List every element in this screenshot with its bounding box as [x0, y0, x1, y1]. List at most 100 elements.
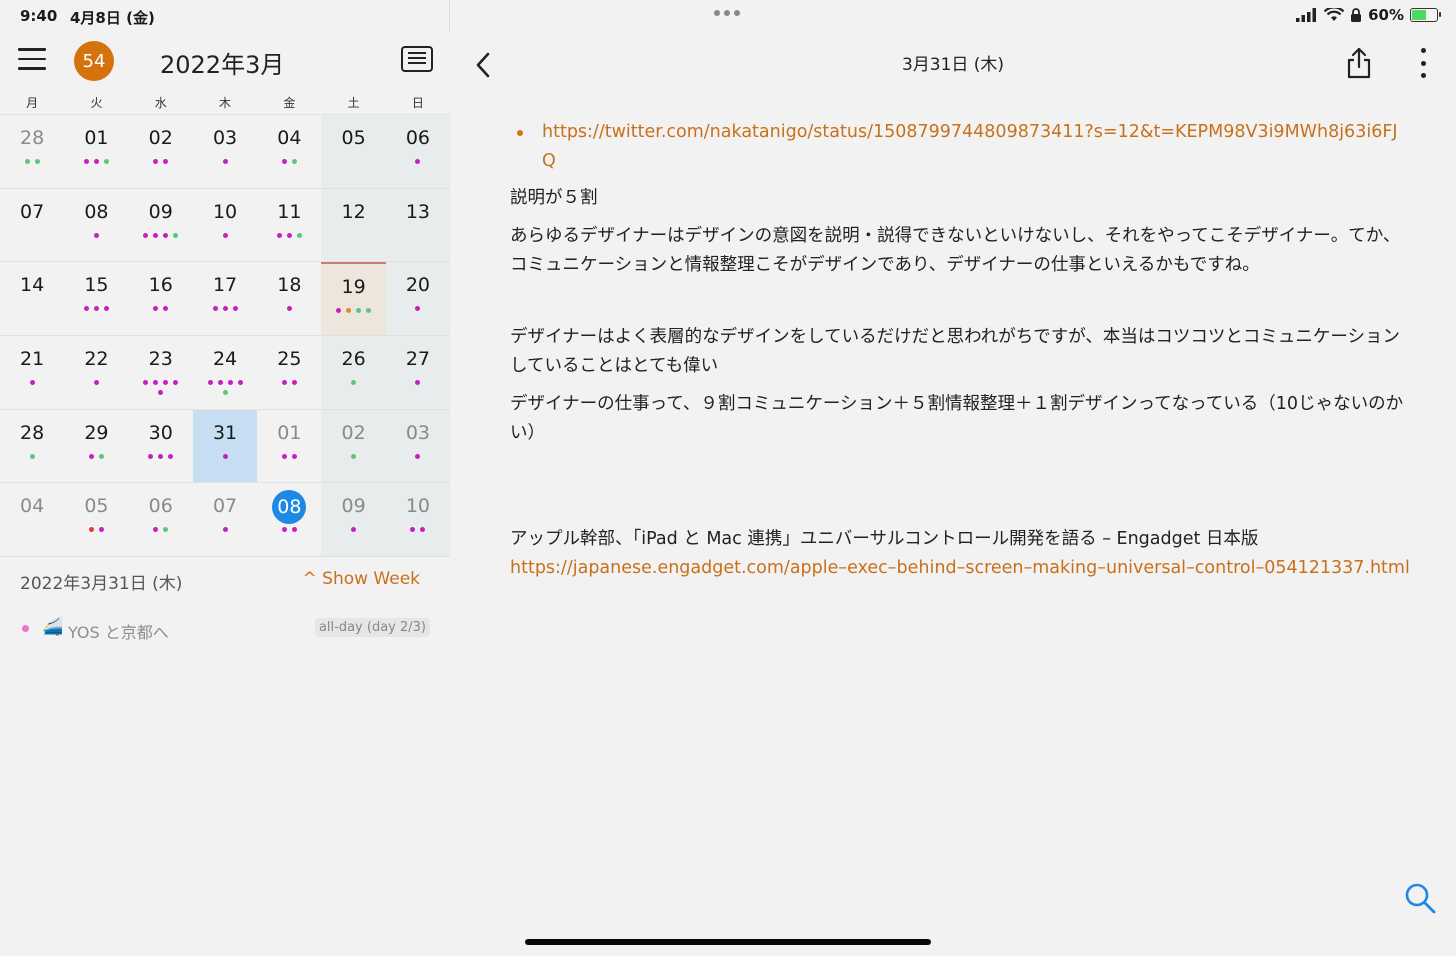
day-cell[interactable]: 06: [129, 483, 193, 556]
lock-rotation-icon: [1351, 8, 1362, 22]
event-dot: [93, 159, 99, 164]
event-item[interactable]: 🚄 YOS と京都へ all-day (day 2/3): [20, 617, 430, 642]
day-cell[interactable]: 28: [0, 115, 64, 188]
event-dot: [291, 159, 297, 164]
day-cell[interactable]: 25: [257, 336, 321, 409]
day-cell[interactable]: 17: [193, 262, 257, 335]
event-dot: [222, 232, 228, 238]
day-cell[interactable]: 07: [193, 483, 257, 556]
event-dots: [193, 232, 257, 238]
day-cell[interactable]: 06: [385, 115, 451, 188]
selected-date-bar: 2022年3月31日 (木) ^ Show Week: [0, 556, 450, 596]
event-dot: [88, 527, 94, 533]
day-cell[interactable]: 28: [0, 410, 64, 483]
day-cell[interactable]: 05: [321, 115, 386, 188]
event-dot: [286, 306, 292, 312]
day-cell[interactable]: 09: [129, 189, 193, 262]
event-dots: [64, 159, 128, 164]
event-dot: [93, 232, 99, 238]
day-cell[interactable]: 08: [64, 189, 128, 262]
event-dot: [153, 306, 159, 312]
day-cell[interactable]: 03: [385, 409, 451, 483]
event-dot: [207, 380, 213, 386]
home-indicator[interactable]: [525, 939, 931, 945]
event-dot: [173, 232, 179, 238]
day-cell[interactable]: 07: [0, 189, 64, 262]
day-cell[interactable]: 03: [193, 115, 257, 188]
day-cell[interactable]: 01: [257, 410, 321, 483]
more-options-icon[interactable]: [1418, 48, 1428, 78]
battery-percent: 60%: [1368, 6, 1404, 24]
day-cell[interactable]: 08: [257, 483, 321, 556]
event-dots: [257, 159, 321, 164]
day-cell[interactable]: 13: [385, 188, 451, 262]
event-dot: [153, 232, 159, 238]
event-dots: [64, 306, 128, 312]
day-cell[interactable]: 10: [193, 189, 257, 262]
note-body[interactable]: https://twitter.com/nakatanigo/status/15…: [510, 118, 1410, 583]
day-cell[interactable]: 31: [192, 409, 258, 483]
list-view-icon[interactable]: [401, 46, 433, 72]
twitter-link[interactable]: https://twitter.com/nakatanigo/status/15…: [542, 122, 1398, 171]
day-cell[interactable]: 23: [129, 336, 193, 409]
day-number: 03: [212, 127, 238, 149]
day-cell[interactable]: 22: [64, 336, 128, 409]
weekday-label: 木: [219, 96, 232, 110]
day-cell[interactable]: 05: [64, 483, 128, 556]
event-dot: [173, 380, 179, 386]
event-dot: [163, 527, 169, 533]
day-cell[interactable]: 18: [257, 262, 321, 335]
day-cell[interactable]: 01: [64, 115, 128, 188]
day-cell[interactable]: 20: [385, 262, 451, 336]
day-number: 01: [84, 127, 109, 149]
day-cell[interactable]: 29: [64, 410, 128, 483]
day-cell[interactable]: 24: [193, 336, 257, 409]
event-dots: [129, 453, 193, 459]
search-icon[interactable]: [1404, 882, 1436, 914]
day-number: 04: [20, 495, 45, 518]
event-dots: [321, 380, 385, 386]
hamburger-menu-icon[interactable]: [18, 48, 46, 72]
weekday-label: 土: [347, 96, 360, 110]
day-cell[interactable]: 10: [385, 483, 451, 557]
share-icon[interactable]: [1344, 46, 1374, 80]
day-cell[interactable]: 02: [129, 115, 193, 188]
day-cell[interactable]: 21: [0, 336, 64, 409]
day-cell[interactable]: 19: [321, 262, 386, 336]
count-badge[interactable]: 54: [74, 41, 114, 81]
show-week-button[interactable]: ^ Show Week: [303, 569, 421, 589]
day-cell[interactable]: 26: [321, 336, 386, 409]
day-cell[interactable]: 09: [321, 483, 386, 557]
cellular-signal-icon: [1296, 8, 1317, 22]
event-dot: [351, 380, 357, 386]
day-cell[interactable]: 12: [321, 188, 386, 262]
event-dots: [129, 380, 193, 396]
day-cell[interactable]: 02: [321, 409, 386, 483]
day-number: 30: [148, 421, 173, 444]
event-dot: [420, 527, 426, 533]
day-cell[interactable]: 11: [257, 189, 321, 262]
event-dots: [257, 232, 321, 238]
day-cell[interactable]: 27: [385, 336, 451, 409]
event-dot: [163, 380, 169, 386]
event-title: YOS と京都へ: [68, 623, 169, 642]
selected-date-label: 2022年3月31日 (木): [20, 574, 183, 594]
day-number: 13: [405, 200, 431, 223]
month-title[interactable]: 2022年3月: [160, 45, 284, 80]
day-number: 25: [277, 348, 302, 371]
day-cell[interactable]: 16: [129, 262, 193, 335]
event-dot: [153, 159, 159, 164]
event-dots: [257, 453, 321, 459]
event-dot: [153, 527, 159, 533]
event-dot: [281, 527, 287, 533]
weekday-label: 水: [154, 96, 167, 110]
engadget-link[interactable]: https://japanese.engadget.com/apple–exec…: [510, 554, 1410, 583]
event-dot: [143, 380, 149, 386]
day-number: 15: [84, 274, 109, 297]
day-cell[interactable]: 04: [257, 115, 321, 188]
day-cell[interactable]: 30: [129, 410, 193, 483]
day-cell[interactable]: 15: [64, 262, 128, 335]
day-cell[interactable]: 04: [0, 483, 64, 556]
day-cell[interactable]: 14: [0, 262, 64, 335]
multitasking-handle[interactable]: [714, 10, 740, 16]
